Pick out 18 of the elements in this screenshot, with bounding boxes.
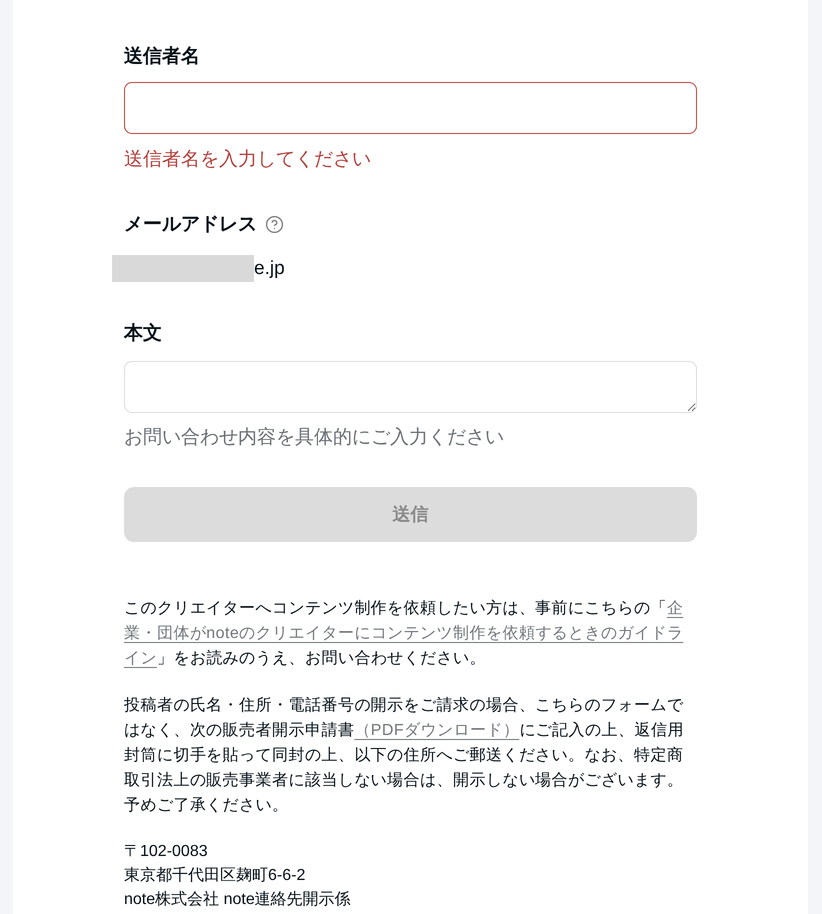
inline-link[interactable]: 企	[666, 600, 684, 617]
notice-paragraph: このクリエイターへコンテンツ制作を依頼したい方は、事前にこちらの「企 業・団体がnoteのクリエイターにコンテンツ制作を依頼するときのガイドラ イン」をお読みのうえ、お問い合わせください。	[124, 598, 684, 669]
inline-link[interactable]: 業・団体がnoteのクリエイターにコンテンツ制作を依頼するときのガイドラ	[124, 625, 684, 642]
field-label: 送信者名	[124, 45, 200, 69]
field-label: 本文	[124, 322, 162, 346]
field-label: メールアドレス	[124, 213, 257, 237]
inline-link[interactable]: イン	[124, 650, 157, 667]
error-message: 送信者名を入力してください	[124, 148, 372, 172]
notice-paragraph: 投稿者の氏名・住所・電話番号の開示をご請求の場合、こちらのフォームではなく、次の販売者開示申請書（PDFダウンロード）にご記入の上、返信用封筒に切手を貼って同封の上、以下の住所へご郵送ください。なお、特定商取引法上の販売事業者に該当しない場合は、開示しない場合がございます。予めご了承ください。	[124, 696, 685, 816]
address-line: 〒102-0083	[124, 842, 209, 862]
address-line: note株式会社 note連絡先開示係	[124, 890, 352, 910]
email-address: e.jp	[254, 257, 285, 281]
help-icon[interactable]	[265, 215, 284, 234]
message-field[interactable]	[124, 361, 697, 413]
address-line: 東京都千代田区麹町6-6-2	[124, 866, 306, 886]
inline-link[interactable]: （PDFダウンロード）	[354, 722, 520, 739]
field-hint: お問い合わせ内容を具体的にご入力ください	[124, 426, 505, 450]
text-input-field[interactable]	[124, 82, 697, 134]
